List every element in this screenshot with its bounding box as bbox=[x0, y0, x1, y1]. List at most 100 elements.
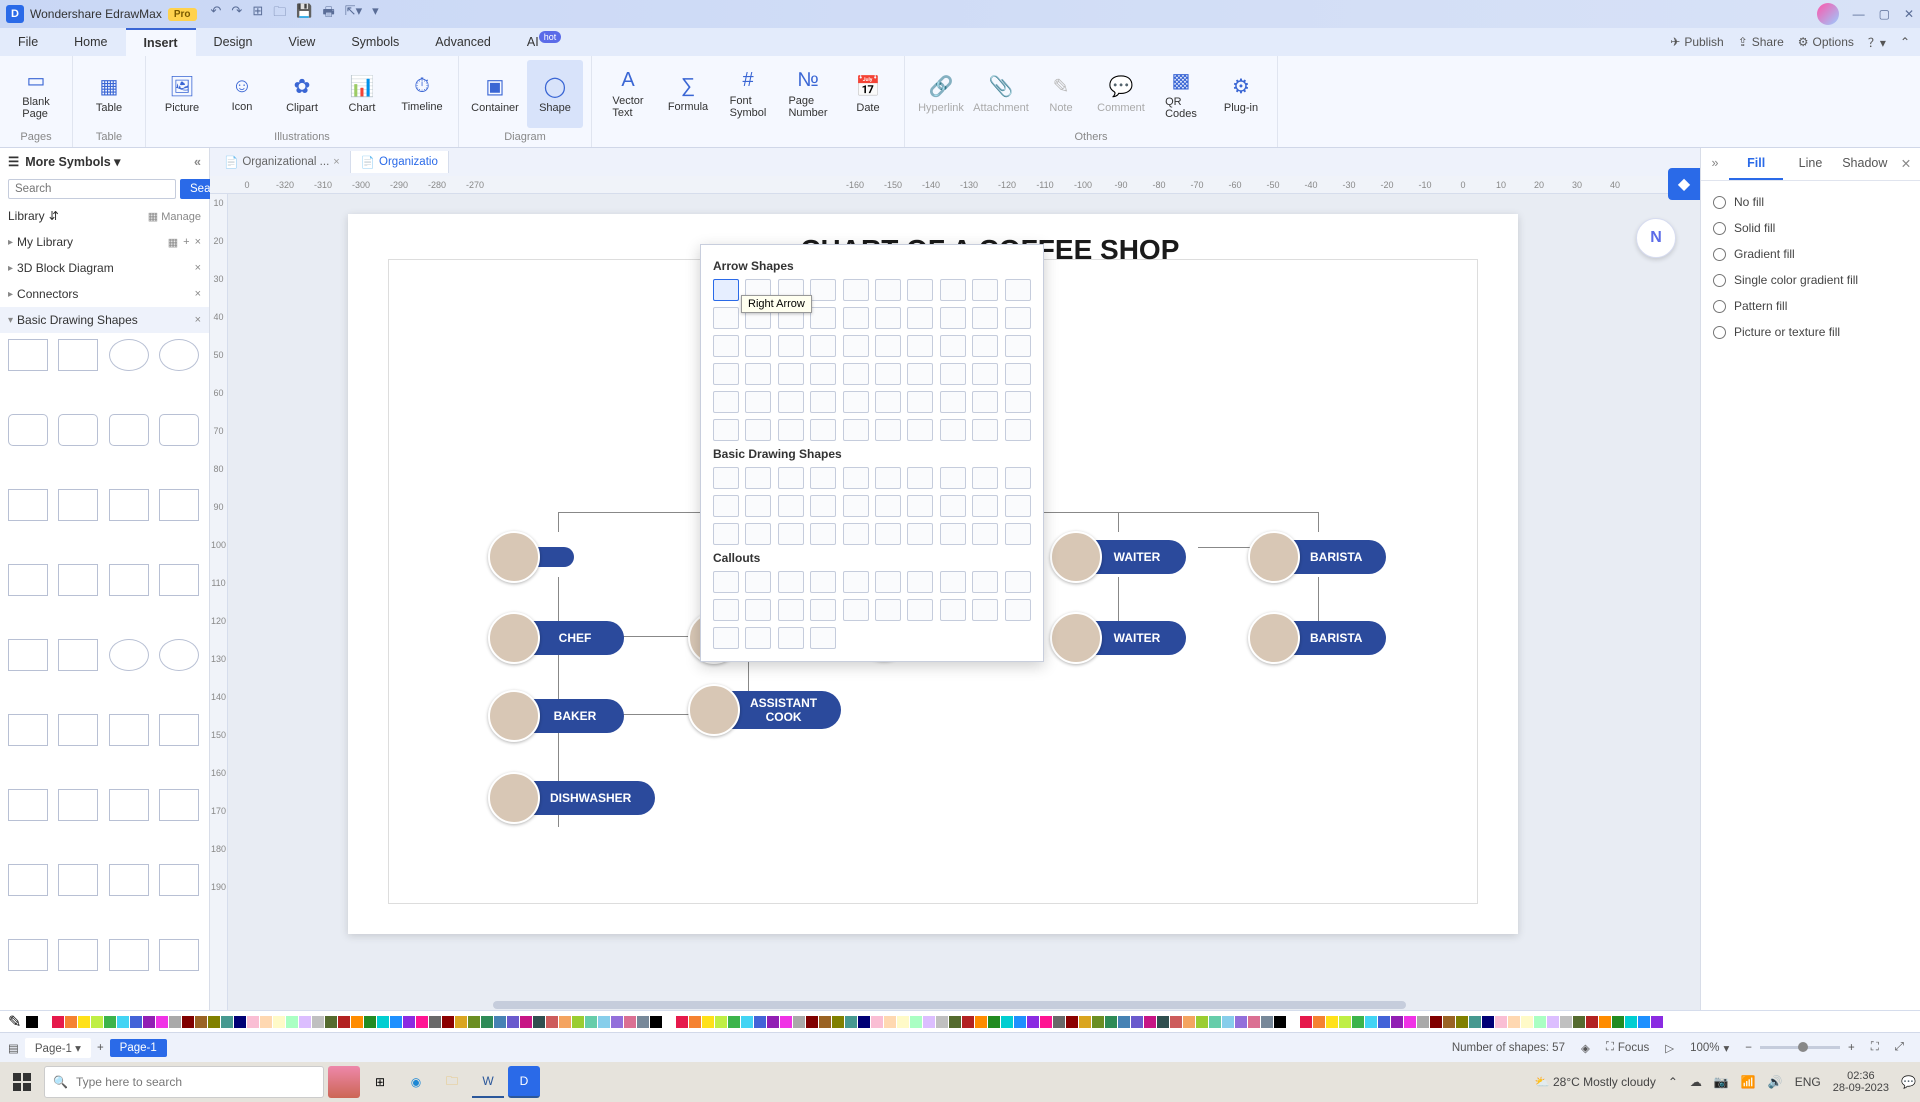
shape-option[interactable] bbox=[810, 307, 836, 329]
node-dishwasher[interactable]: DISHWASHER bbox=[488, 772, 655, 824]
ai-assistant-button[interactable]: N bbox=[1636, 218, 1676, 258]
color-swatch[interactable] bbox=[351, 1016, 363, 1028]
shape-option[interactable] bbox=[940, 523, 966, 545]
shape-option[interactable] bbox=[875, 523, 901, 545]
color-swatch[interactable] bbox=[702, 1016, 714, 1028]
palette-shape[interactable] bbox=[159, 639, 199, 671]
color-swatch[interactable] bbox=[1014, 1016, 1026, 1028]
menu-insert[interactable]: Insert bbox=[126, 28, 196, 56]
close-tab-icon[interactable]: × bbox=[333, 156, 339, 168]
shape-option[interactable] bbox=[940, 571, 966, 593]
shape-option[interactable] bbox=[972, 571, 998, 593]
shape-option[interactable] bbox=[810, 599, 836, 621]
color-swatch[interactable] bbox=[39, 1016, 51, 1028]
palette-shape[interactable] bbox=[159, 864, 199, 896]
options-button[interactable]: ⚙ Options bbox=[1798, 35, 1854, 49]
color-swatch[interactable] bbox=[1300, 1016, 1312, 1028]
focus-button[interactable]: ⛶ Focus bbox=[1606, 1041, 1649, 1054]
share-button[interactable]: ⇪ Share bbox=[1738, 35, 1784, 49]
color-swatch[interactable] bbox=[468, 1016, 480, 1028]
grid-icon[interactable]: ▦ bbox=[168, 236, 178, 249]
menu-advanced[interactable]: Advanced bbox=[417, 28, 509, 56]
palette-shape[interactable] bbox=[58, 414, 98, 446]
close-section-icon[interactable]: × bbox=[195, 288, 201, 300]
shape-option[interactable] bbox=[745, 571, 771, 593]
volume-icon[interactable]: 🔊 bbox=[1768, 1075, 1783, 1089]
shape-option[interactable] bbox=[972, 307, 998, 329]
color-swatch[interactable] bbox=[689, 1016, 701, 1028]
shape-option[interactable] bbox=[875, 307, 901, 329]
color-swatch[interactable] bbox=[845, 1016, 857, 1028]
shape-option[interactable] bbox=[1005, 467, 1031, 489]
color-swatch[interactable] bbox=[1456, 1016, 1468, 1028]
color-swatch[interactable] bbox=[1508, 1016, 1520, 1028]
ribbon-page-number[interactable]: №Page Number bbox=[780, 60, 836, 128]
shape-option[interactable] bbox=[745, 627, 771, 649]
palette-shape[interactable] bbox=[8, 639, 48, 671]
section-basic-shapes[interactable]: ▾Basic Drawing Shapes× bbox=[0, 307, 209, 333]
palette-shape[interactable] bbox=[159, 489, 199, 521]
color-swatch[interactable] bbox=[1196, 1016, 1208, 1028]
add-icon[interactable]: + bbox=[183, 236, 189, 249]
palette-shape[interactable] bbox=[58, 864, 98, 896]
palette-shape[interactable] bbox=[8, 939, 48, 971]
ribbon-attachment[interactable]: 📎Attachment bbox=[973, 60, 1029, 128]
fill-option[interactable]: Solid fill bbox=[1713, 215, 1908, 241]
shape-option[interactable] bbox=[1005, 335, 1031, 357]
palette-shape[interactable] bbox=[8, 339, 48, 371]
palette-shape[interactable] bbox=[8, 564, 48, 596]
color-swatch[interactable] bbox=[585, 1016, 597, 1028]
palette-shape[interactable] bbox=[109, 789, 149, 821]
color-swatch[interactable] bbox=[494, 1016, 506, 1028]
color-swatch[interactable] bbox=[962, 1016, 974, 1028]
color-swatch[interactable] bbox=[52, 1016, 64, 1028]
layers-icon[interactable]: ◈ bbox=[1581, 1041, 1590, 1055]
edrawmax-icon[interactable]: D bbox=[508, 1066, 540, 1098]
color-swatch[interactable] bbox=[1547, 1016, 1559, 1028]
shape-option[interactable] bbox=[713, 571, 739, 593]
shape-option[interactable] bbox=[810, 467, 836, 489]
task-view-icon[interactable]: ⊞ bbox=[364, 1066, 396, 1098]
color-swatch[interactable] bbox=[65, 1016, 77, 1028]
palette-shape[interactable] bbox=[109, 639, 149, 671]
ribbon-plug-in[interactable]: ⚙Plug-in bbox=[1213, 60, 1269, 128]
color-swatch[interactable] bbox=[325, 1016, 337, 1028]
color-swatch[interactable] bbox=[221, 1016, 233, 1028]
wifi-icon[interactable]: 📶 bbox=[1741, 1075, 1756, 1089]
shape-option[interactable] bbox=[778, 363, 804, 385]
color-swatch[interactable] bbox=[338, 1016, 350, 1028]
weather-widget[interactable]: ⛅ 28°C Mostly cloudy bbox=[1535, 1075, 1656, 1089]
shape-option[interactable] bbox=[907, 335, 933, 357]
color-swatch[interactable] bbox=[1287, 1016, 1299, 1028]
shape-option[interactable] bbox=[778, 523, 804, 545]
shape-option[interactable] bbox=[745, 391, 771, 413]
color-swatch[interactable] bbox=[1079, 1016, 1091, 1028]
close-section-icon[interactable]: × bbox=[195, 262, 201, 274]
shape-option[interactable] bbox=[875, 363, 901, 385]
ribbon-chart[interactable]: 📊Chart bbox=[334, 60, 390, 128]
shape-option[interactable] bbox=[810, 419, 836, 441]
color-swatch[interactable] bbox=[936, 1016, 948, 1028]
color-swatch[interactable] bbox=[260, 1016, 272, 1028]
node-baker[interactable]: BAKER bbox=[488, 690, 624, 742]
palette-shape[interactable] bbox=[159, 789, 199, 821]
shape-option[interactable] bbox=[745, 599, 771, 621]
ribbon-container[interactable]: ▣Container bbox=[467, 60, 523, 128]
publish-button[interactable]: ✈ Publish bbox=[1670, 35, 1723, 49]
add-page-icon[interactable]: + bbox=[97, 1042, 104, 1054]
color-swatch[interactable] bbox=[1144, 1016, 1156, 1028]
palette-shape[interactable] bbox=[58, 714, 98, 746]
color-swatch[interactable] bbox=[1443, 1016, 1455, 1028]
ribbon-note[interactable]: ✎Note bbox=[1033, 60, 1089, 128]
shape-option[interactable] bbox=[810, 571, 836, 593]
shape-option[interactable] bbox=[843, 335, 869, 357]
node-waiter2[interactable]: WAITER bbox=[1050, 612, 1186, 664]
ribbon-font-symbol[interactable]: #Font Symbol bbox=[720, 60, 776, 128]
color-swatch[interactable] bbox=[559, 1016, 571, 1028]
page-tab[interactable]: Page-1 bbox=[110, 1039, 167, 1057]
shape-option[interactable] bbox=[1005, 495, 1031, 517]
ribbon-clipart[interactable]: ✿Clipart bbox=[274, 60, 330, 128]
maximize-icon[interactable]: ▢ bbox=[1879, 7, 1890, 21]
color-swatch[interactable] bbox=[975, 1016, 987, 1028]
ribbon-blank-page[interactable]: ▭Blank Page bbox=[8, 60, 64, 128]
